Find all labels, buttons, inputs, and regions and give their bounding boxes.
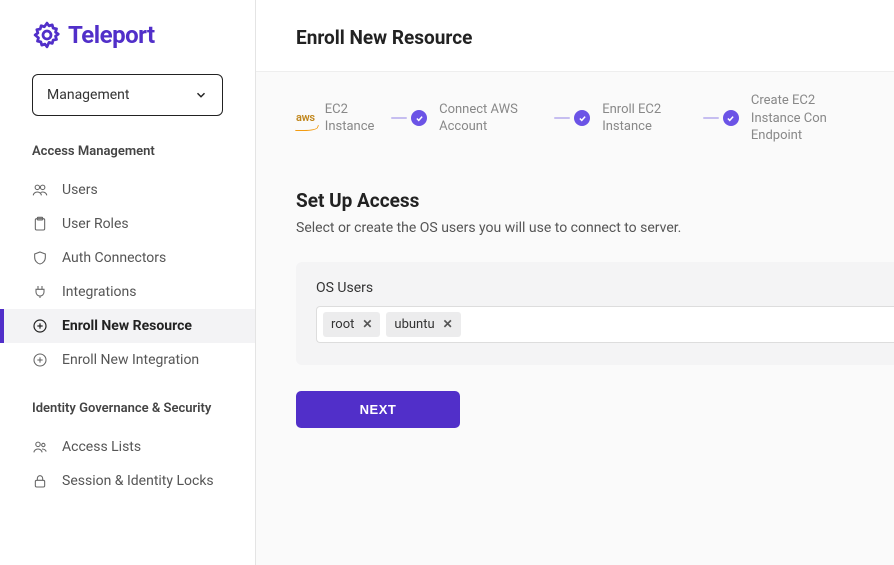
aws-icon: aws: [296, 111, 315, 126]
users-icon: [32, 182, 48, 198]
step-connect-aws-account: Connect AWS Account: [439, 101, 542, 136]
step-enroll-ec2-instance: Enroll EC2 Instance: [602, 101, 691, 136]
check-icon: [574, 110, 590, 126]
check-icon: [411, 110, 427, 126]
check-icon: [723, 110, 739, 126]
step-connector: [554, 110, 590, 126]
shield-icon: [32, 250, 48, 266]
setup-access-section: Set Up Access Select or create the OS us…: [256, 145, 894, 428]
chevron-down-icon: [194, 88, 208, 102]
step-connector: [703, 110, 739, 126]
setup-subtitle: Select or create the OS users you will u…: [296, 220, 854, 236]
sidebar-item-user-roles[interactable]: User Roles: [0, 207, 255, 241]
sidebar-item-enroll-new-resource[interactable]: Enroll New Resource: [0, 309, 255, 343]
section-igs-label: Identity Governance & Security: [0, 401, 255, 430]
scope-dropdown-label: Management: [47, 87, 129, 103]
step-label: Enroll EC2 Instance: [602, 101, 691, 136]
sidebar-item-label: User Roles: [62, 216, 129, 232]
sidebar-item-label: Session & Identity Locks: [62, 473, 214, 489]
tag-text: root: [331, 317, 354, 332]
step-label: Create EC2 Instance Con Endpoint: [751, 92, 854, 145]
os-user-tag-root: root ✕: [323, 312, 380, 337]
sidebar: Teleport Management Access Management Us…: [0, 0, 256, 565]
step-create-ec2-endpoint: Create EC2 Instance Con Endpoint: [751, 92, 854, 145]
plug-icon: [32, 284, 48, 300]
sidebar-item-label: Enroll New Resource: [62, 318, 192, 334]
os-users-card: OS Users root ✕ ubuntu ✕: [296, 262, 894, 365]
sidebar-item-integrations[interactable]: Integrations: [0, 275, 255, 309]
wizard-steps: aws EC2 Instance Connect AWS Account Enr…: [256, 72, 894, 145]
step-label: EC2 Instance: [325, 101, 379, 136]
teleport-gear-icon: [32, 20, 62, 50]
sidebar-item-label: Enroll New Integration: [62, 352, 199, 368]
sidebar-item-users[interactable]: Users: [0, 173, 255, 207]
sidebar-item-label: Users: [62, 182, 98, 198]
sidebar-item-enroll-new-integration[interactable]: Enroll New Integration: [0, 343, 255, 377]
main-content: Enroll New Resource aws EC2 Instance Con…: [256, 0, 894, 565]
plus-circle-icon: [32, 318, 48, 334]
remove-tag-icon[interactable]: ✕: [443, 317, 453, 331]
os-users-input[interactable]: root ✕ ubuntu ✕: [316, 306, 894, 343]
brand-name: Teleport: [68, 21, 155, 49]
tag-text: ubuntu: [394, 317, 434, 332]
sidebar-item-label: Auth Connectors: [62, 250, 166, 266]
sidebar-item-session-identity-locks[interactable]: Session & Identity Locks: [0, 464, 255, 498]
user-group-icon: [32, 439, 48, 455]
step-label: Connect AWS Account: [439, 101, 542, 136]
remove-tag-icon[interactable]: ✕: [362, 317, 372, 331]
scope-dropdown[interactable]: Management: [32, 74, 223, 116]
page-header: Enroll New Resource: [256, 0, 894, 72]
sidebar-item-label: Integrations: [62, 284, 136, 300]
os-users-label: OS Users: [316, 280, 874, 296]
sidebar-item-label: Access Lists: [62, 439, 141, 455]
clipboard-icon: [32, 216, 48, 232]
plus-circle-icon: [32, 352, 48, 368]
os-user-tag-ubuntu: ubuntu ✕: [386, 312, 460, 337]
sidebar-item-access-lists[interactable]: Access Lists: [0, 430, 255, 464]
page-title: Enroll New Resource: [296, 26, 854, 49]
setup-title: Set Up Access: [296, 189, 854, 212]
sidebar-item-auth-connectors[interactable]: Auth Connectors: [0, 241, 255, 275]
next-button[interactable]: NEXT: [296, 391, 460, 428]
step-connector: [391, 110, 427, 126]
step-ec2-instance: aws EC2 Instance: [296, 101, 379, 136]
section-access-label: Access Management: [0, 144, 255, 173]
brand-logo: Teleport: [0, 20, 255, 74]
lock-icon: [32, 473, 48, 489]
